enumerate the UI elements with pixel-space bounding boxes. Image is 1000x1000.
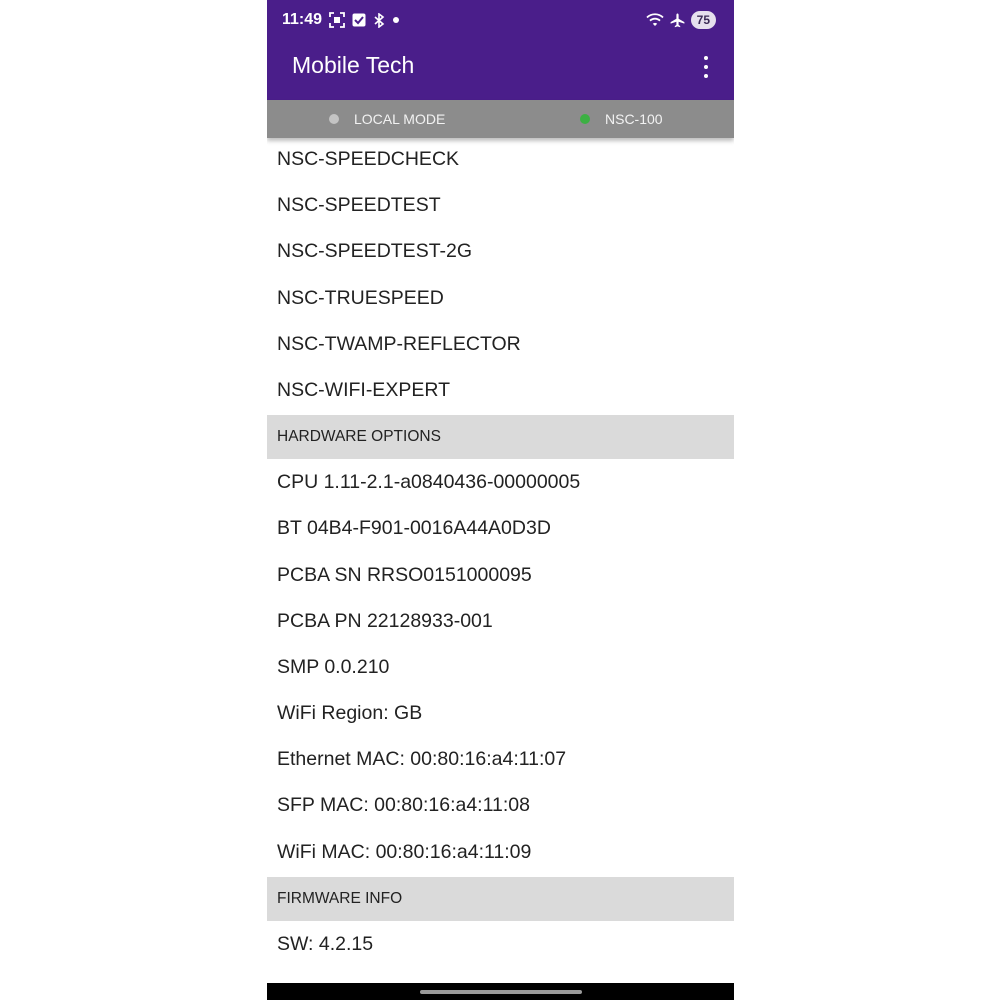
checkbox-icon xyxy=(352,13,366,27)
app-title: Mobile Tech xyxy=(292,52,415,78)
status-left-icons xyxy=(329,11,400,29)
list-item: PCBA PN 22128933-001 xyxy=(277,609,493,632)
wifi-icon xyxy=(646,13,664,27)
airplane-icon xyxy=(670,13,685,28)
list-item: NSC-SPEEDTEST-2G xyxy=(277,240,473,263)
more-vert-icon[interactable] xyxy=(696,54,716,80)
list-item: BT 04B4-F901-0016A44A0D3D xyxy=(277,517,551,540)
notification-dot-icon xyxy=(392,16,400,24)
mode-bar: LOCAL MODE NSC-100 xyxy=(267,100,734,138)
list-item: SW: 4.2.15 xyxy=(277,932,374,955)
home-gesture-handle[interactable] xyxy=(420,990,582,994)
local-mode-status-dot xyxy=(329,114,339,124)
local-mode-tab[interactable]: LOCAL MODE xyxy=(329,111,445,127)
firmware-info-list: SW: 4.2.15 xyxy=(267,923,734,969)
local-mode-label: LOCAL MODE xyxy=(354,111,446,127)
battery-indicator: 75 xyxy=(690,11,716,29)
screenshot-icon xyxy=(329,12,345,28)
app-bar: Mobile Tech xyxy=(267,40,734,100)
list-item: NSC-SPEEDTEST xyxy=(277,194,441,217)
status-time: 11:49 xyxy=(282,11,323,28)
list-item: NSC-TWAMP-REFLECTOR xyxy=(277,332,521,355)
status-bar: 11:49 75 xyxy=(267,0,734,40)
info-list[interactable]: NSC-SPEEDCHECK NSC-SPEEDTEST NSC-SPEEDTE… xyxy=(267,138,734,983)
hardware-options-list: CPU 1.11-2.1-a0840436-00000005 BT 04B4-F… xyxy=(267,461,734,877)
bluetooth-icon xyxy=(373,12,385,28)
list-item: NSC-TRUESPEED xyxy=(277,286,444,309)
hardware-options-header: HARDWARE OPTIONS xyxy=(267,415,734,460)
device-tab-nsc-100[interactable]: NSC-100 xyxy=(580,111,663,127)
list-item: CPU 1.11-2.1-a0840436-00000005 xyxy=(277,471,581,494)
list-item: PCBA SN RRSO0151000095 xyxy=(277,563,532,586)
list-item: WiFi MAC: 00:80:16:a4:11:09 xyxy=(277,840,532,863)
list-item: WiFi Region: GB xyxy=(277,702,423,725)
device-label: NSC-100 xyxy=(605,111,663,127)
firmware-info-header: FIRMWARE INFO xyxy=(267,876,734,921)
list-item: Ethernet MAC: 00:80:16:a4:11:07 xyxy=(277,748,567,771)
device-status-dot xyxy=(580,114,590,124)
status-right-icons: 75 xyxy=(646,10,716,30)
software-options-list: NSC-SPEEDCHECK NSC-SPEEDTEST NSC-SPEEDTE… xyxy=(267,138,734,415)
phone-screen: 11:49 75 Mobile Tech LOCAL MODE NSC-100 … xyxy=(267,0,734,1000)
list-item: NSC-SPEEDCHECK xyxy=(277,148,460,170)
list-item: NSC-WIFI-EXPERT xyxy=(277,378,450,401)
navigation-bar xyxy=(267,983,734,1000)
list-item: SFP MAC: 00:80:16:a4:11:08 xyxy=(277,794,530,817)
list-item: SMP 0.0.210 xyxy=(277,655,390,678)
